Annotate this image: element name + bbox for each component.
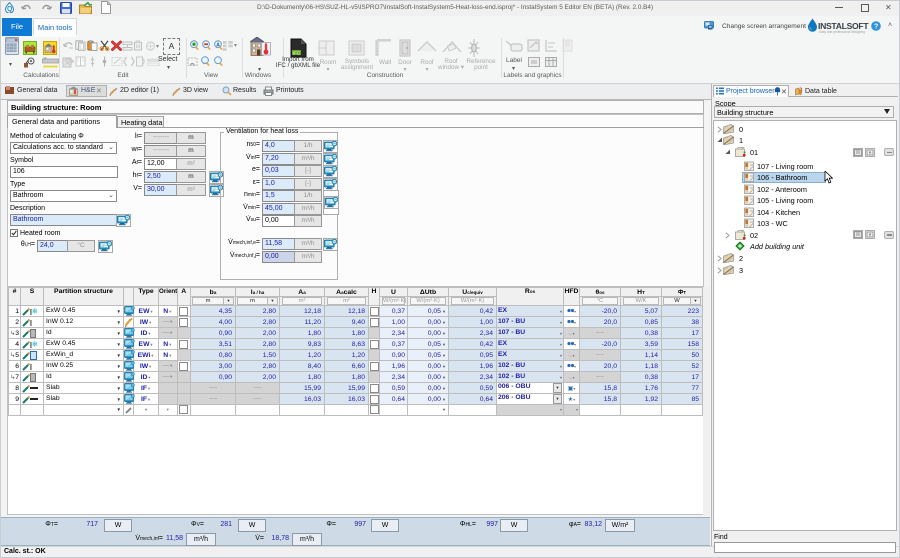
svg-text:IFC: IFC: [293, 51, 301, 56]
svg-text:…: …: [203, 59, 208, 65]
svg-text:A: A: [216, 43, 220, 49]
svg-text:Q: Q: [7, 6, 13, 13]
svg-text:?: ?: [874, 24, 878, 31]
